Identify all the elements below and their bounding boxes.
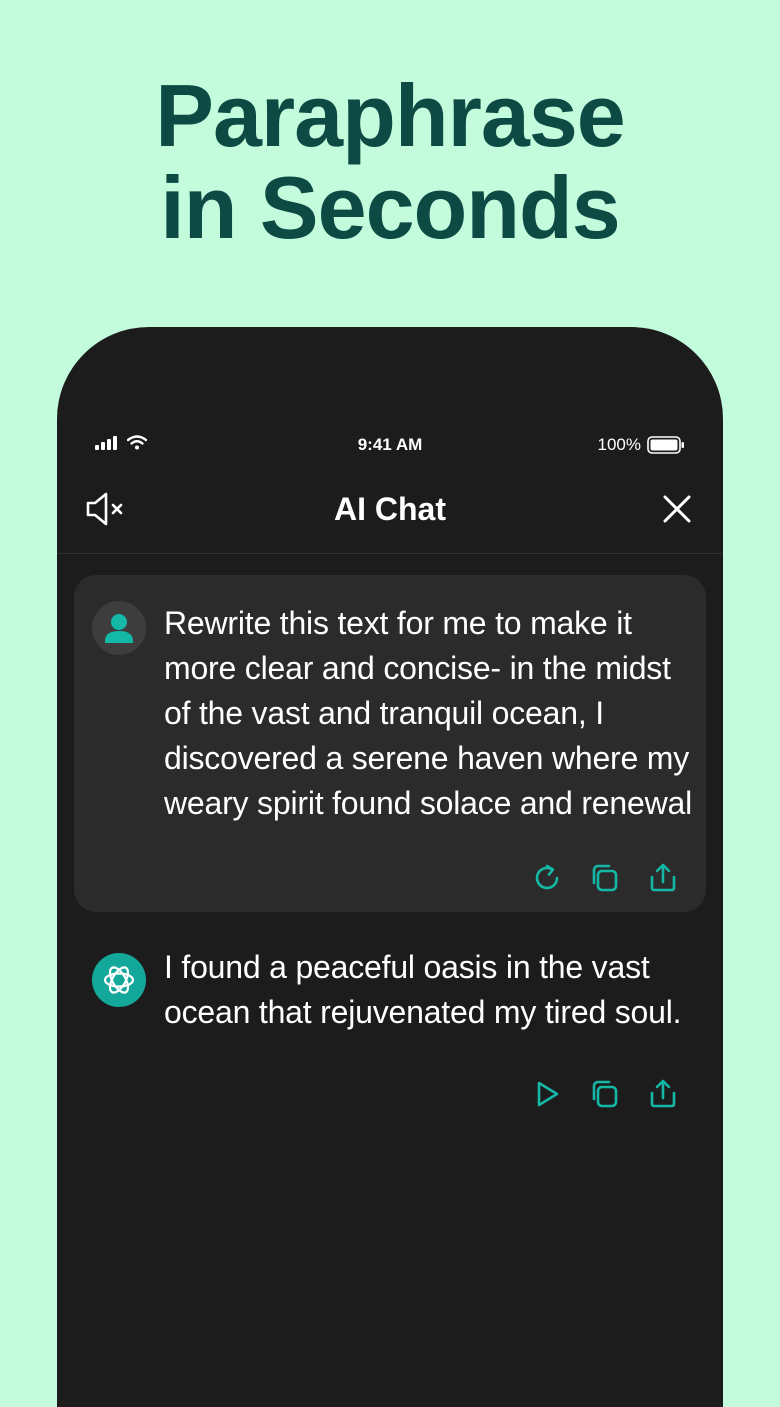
copy-button[interactable]	[588, 861, 622, 895]
status-right: 100%	[598, 435, 685, 455]
share-button[interactable]	[646, 861, 680, 895]
copy-button[interactable]	[588, 1077, 622, 1111]
ai-message-actions	[530, 1077, 680, 1111]
ai-message-text: I found a peaceful oasis in the vast oce…	[164, 949, 682, 1030]
share-icon	[650, 863, 676, 892]
play-icon	[537, 1081, 559, 1107]
avatar	[92, 953, 146, 1007]
chat-header: AI Chat	[57, 477, 723, 554]
headline-line-2: in Seconds	[160, 158, 620, 257]
battery-icon	[647, 436, 684, 454]
copy-icon	[592, 864, 618, 892]
status-bar: 9:41 AM 100%	[57, 427, 723, 463]
battery-percent: 100%	[597, 435, 641, 454]
copy-icon	[592, 1080, 618, 1108]
openai-logo-icon	[103, 966, 135, 994]
regenerate-button[interactable]	[530, 861, 564, 895]
close-icon	[663, 495, 691, 523]
share-icon	[650, 1079, 676, 1108]
user-message-card: Rewrite this text for me to make it more…	[74, 575, 706, 912]
headline: Paraphrase in Seconds	[0, 70, 780, 254]
avatar	[92, 601, 146, 655]
user-message-text: Rewrite this text for me to make it more…	[164, 605, 693, 821]
header-title: AI Chat	[334, 491, 446, 527]
close-button[interactable]	[661, 493, 693, 525]
share-button[interactable]	[646, 1077, 680, 1111]
user-message-actions	[530, 861, 680, 895]
play-button[interactable]	[530, 1077, 564, 1111]
headline-line-1: Paraphrase	[155, 66, 625, 165]
phone-frame: 9:41 AM 100% AI Chat UpdateStar.com	[57, 327, 723, 1407]
user-icon	[105, 614, 133, 643]
ai-message: I found a peaceful oasis in the vast oce…	[74, 933, 706, 1133]
refresh-icon	[535, 864, 559, 890]
